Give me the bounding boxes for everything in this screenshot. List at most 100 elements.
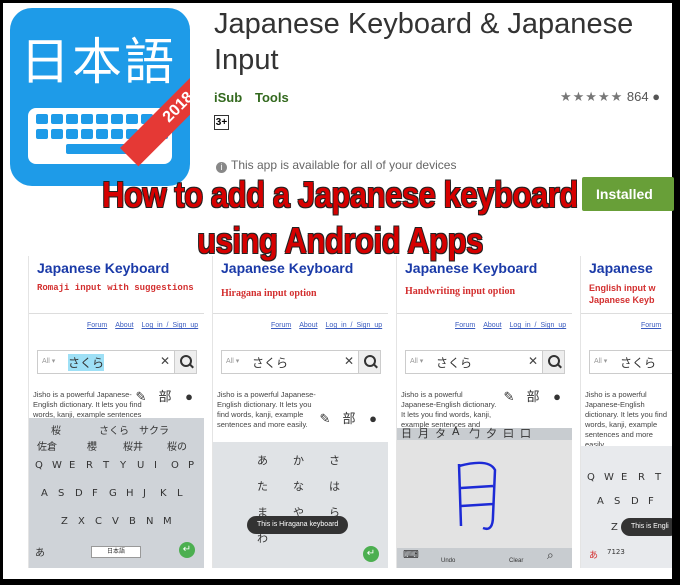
nav-links: Forum xyxy=(641,322,669,329)
candidate: 夕 xyxy=(486,427,497,440)
kana-key: さ xyxy=(329,454,340,467)
search-icon xyxy=(542,351,564,373)
search-query: さくら xyxy=(620,356,657,370)
forum-link: Forum xyxy=(87,322,108,329)
key-a: A xyxy=(597,496,604,507)
screenshot-hiragana[interactable]: Japanese Keyboard Hiragana input option … xyxy=(212,256,388,568)
category-link[interactable]: Tools xyxy=(255,90,289,105)
tool-icons: ✎ 部 ● xyxy=(313,412,385,426)
kana-key: な xyxy=(293,480,304,493)
kana-key: ら xyxy=(329,506,340,519)
search-scope: All ▾ xyxy=(594,358,608,365)
icon-key xyxy=(51,114,63,124)
key-b: B xyxy=(129,516,136,527)
key-t: T xyxy=(103,460,110,471)
key-n: N xyxy=(146,516,154,527)
key-k: K xyxy=(160,488,167,499)
icon-key xyxy=(111,114,123,124)
kana-key: や xyxy=(293,506,304,519)
intro-text: Jisho is a powerful Japanese-English dic… xyxy=(217,390,316,429)
icon-key xyxy=(66,114,78,124)
icon-key xyxy=(36,114,48,124)
key-y: Y xyxy=(120,460,127,471)
login-link: Log in / Sign up xyxy=(509,322,567,329)
rating: ★★★★★ 864 ● xyxy=(560,89,660,105)
key-a: A xyxy=(41,488,48,499)
icon-key xyxy=(66,129,78,139)
english-keyboard: QWERT ASDF ZXC This is Engli あ 7123 xyxy=(581,446,672,568)
clear-icon: ✕ xyxy=(527,354,538,368)
key-f: F xyxy=(92,488,98,499)
hiragana-keyboard: This is Hiragana keyboard ↵ あかさたなはまやらわ xyxy=(213,442,388,568)
key-z: Z xyxy=(61,516,68,527)
kana-key: ま xyxy=(257,506,268,519)
kana-key: あ xyxy=(257,454,268,467)
key-e: E xyxy=(621,472,628,483)
headline-overlay: How to add a Japanese keyboard using And… xyxy=(82,172,598,264)
key-e: E xyxy=(69,460,76,471)
about-link: About xyxy=(299,322,318,329)
search-scope: All ▾ xyxy=(410,358,424,365)
about-link: About xyxy=(483,322,502,329)
suggestion: 桜 xyxy=(51,426,61,437)
icon-key xyxy=(36,129,48,139)
forum-link: Forum xyxy=(641,322,662,329)
divider xyxy=(29,313,204,314)
key-w: W xyxy=(604,472,614,483)
search-scope: All ▾ xyxy=(42,358,56,365)
star-icons: ★★★★★ xyxy=(560,89,624,104)
icon-key xyxy=(96,114,108,124)
screenshot-handwriting[interactable]: Japanese Keyboard Handwriting input opti… xyxy=(396,256,572,568)
candidate: A xyxy=(452,425,460,438)
search-icon xyxy=(358,351,380,373)
about-link: About xyxy=(115,322,134,329)
voice-icon: ● xyxy=(553,389,561,404)
screenshot-subheading: Handwriting input option xyxy=(405,286,516,297)
number-key: 7123 xyxy=(607,548,625,556)
headline-line-2: using Android Apps xyxy=(197,220,483,261)
search-query: さくら xyxy=(436,356,473,370)
draw-icon: ✎ xyxy=(319,411,331,426)
developer-link[interactable]: iSub xyxy=(214,90,242,105)
radicals-icon: 部 xyxy=(526,389,540,404)
screenshot-subheading-2: Japanese Keyb xyxy=(589,295,655,305)
forum-link: Forum xyxy=(271,322,292,329)
divider xyxy=(213,313,388,314)
handwriting-keyboard: 日月タA勹夕曰口 ⌨ Undo Clear ⌕ xyxy=(397,425,572,568)
candidate: 勹 xyxy=(469,427,480,440)
screenshots-strip[interactable]: Japanese Keyboard Romaji input with sugg… xyxy=(28,256,672,568)
key-m: M xyxy=(163,516,172,527)
key-g: G xyxy=(109,488,117,499)
draw-icon: ✎ xyxy=(135,389,147,404)
nav-links: Forum About Log in / Sign up xyxy=(455,322,572,329)
tool-icons: ✎ 部 ● xyxy=(129,390,201,404)
radicals-icon: 部 xyxy=(342,411,356,426)
key-o: O xyxy=(171,460,179,471)
key-h: H xyxy=(126,488,134,499)
key-d: D xyxy=(75,488,83,499)
key-u: U xyxy=(137,460,145,471)
radicals-icon: 部 xyxy=(158,389,172,404)
suggestion: さくら xyxy=(99,426,129,437)
handwriting-pad xyxy=(397,440,572,548)
kana-key: わ xyxy=(257,532,268,545)
candidate: 口 xyxy=(520,427,531,440)
candidate: 月 xyxy=(418,427,429,440)
age-rating-badge: 3+ xyxy=(214,115,229,130)
search-icon: ⌕ xyxy=(547,548,554,562)
divider xyxy=(581,313,672,314)
key-f: F xyxy=(648,496,654,507)
screenshot-romaji[interactable]: Japanese Keyboard Romaji input with sugg… xyxy=(28,256,204,568)
clear-label: Clear xyxy=(509,558,524,564)
romaji-keyboard: 桜 さくら サクラ 佐倉 櫻 桜井 桜の QWERTYUI OP ASDFGHJ K… xyxy=(29,418,204,568)
app-title: Japanese Keyboard & Japanese Input xyxy=(214,8,634,76)
key-z: Z xyxy=(611,522,618,533)
screenshot-heading: Japanese xyxy=(589,260,653,276)
screenshot-subheading: Romaji input with suggestions xyxy=(37,283,194,293)
app-icon: 日本語 2018 xyxy=(10,8,190,186)
kana-key: か xyxy=(293,454,304,467)
key-s: S xyxy=(58,488,65,499)
search-box: All ▾ さくら ✕ xyxy=(221,350,381,374)
screenshot-english[interactable]: Japanese English input w Japanese Keyb F… xyxy=(580,256,672,568)
rating-count: 864 xyxy=(626,89,649,104)
